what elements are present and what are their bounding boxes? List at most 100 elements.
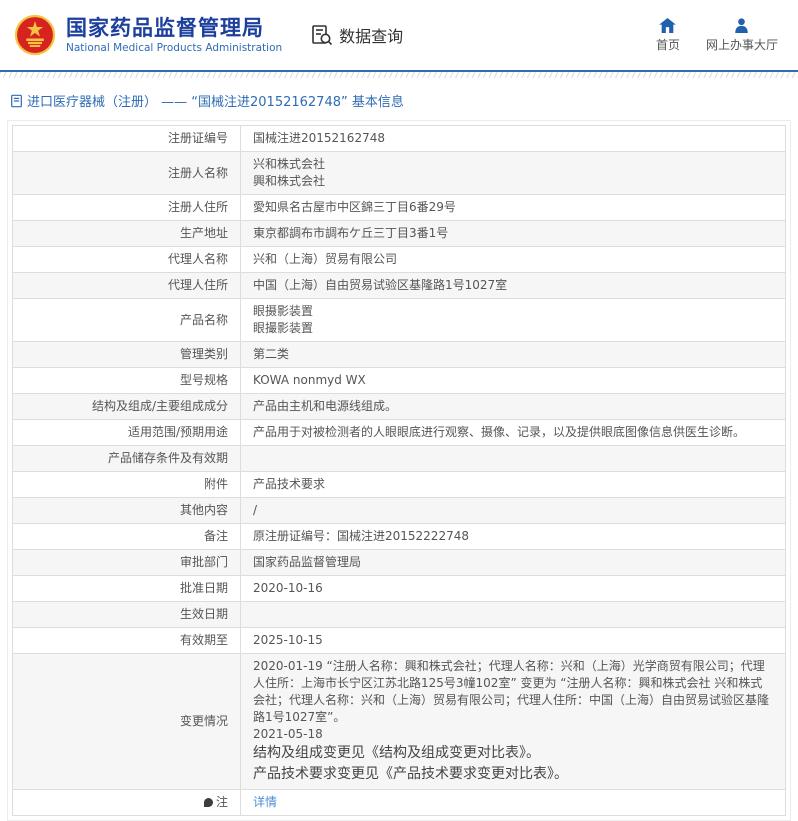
- field-label: 附件: [13, 472, 241, 498]
- table-row: 管理类别第二类: [13, 342, 786, 368]
- field-value: 2020-10-16: [241, 576, 786, 602]
- field-value: 详情: [241, 790, 786, 816]
- field-value: 国械注进20152162748: [241, 126, 786, 152]
- field-label: 产品储存条件及有效期: [13, 446, 241, 472]
- value-line: 兴和株式会社: [253, 156, 773, 173]
- value-line: 第二类: [253, 346, 773, 363]
- home-icon: [659, 18, 676, 33]
- field-label: 注: [13, 790, 241, 816]
- value-line: 眼撮影装置: [253, 320, 773, 337]
- value-line: KOWA nonmyd WX: [253, 372, 773, 389]
- value-line: 国家药品监督管理局: [253, 554, 773, 571]
- table-row: 产品储存条件及有效期: [13, 446, 786, 472]
- value-line: 国械注进20152162748: [253, 130, 773, 147]
- value-line-large: 产品技术要求变更见《产品技术要求变更对比表》。: [253, 764, 773, 785]
- site-subtitle: National Medical Products Administration: [66, 41, 282, 55]
- value-line: 产品技术要求: [253, 476, 773, 493]
- field-label: 审批部门: [13, 550, 241, 576]
- data-query-label: 数据查询: [339, 23, 403, 47]
- field-value: /: [241, 498, 786, 524]
- table-row: 结构及组成/主要组成成分产品由主机和电源线组成。: [13, 394, 786, 420]
- field-label: 变更情况: [13, 654, 241, 790]
- table-row: 备注原注册证编号：国械注进20152222748: [13, 524, 786, 550]
- table-row: 注详情: [13, 790, 786, 816]
- field-value: 原注册证编号：国械注进20152222748: [241, 524, 786, 550]
- value-line: 東京都調布市調布ケ丘三丁目3番1号: [253, 225, 773, 242]
- content-wrapper: 注册证编号国械注进20152162748注册人名称兴和株式会社興和株式会社注册人…: [7, 120, 791, 821]
- value-line: 兴和（上海）贸易有限公司: [253, 251, 773, 268]
- value-line: [253, 606, 773, 623]
- field-value: 国家药品监督管理局: [241, 550, 786, 576]
- field-value: [241, 602, 786, 628]
- data-query-nav[interactable]: 数据查询: [310, 23, 403, 47]
- table-row: 适用范围/预期用途产品用于对被检测者的人眼眼底进行观察、摄像、记录，以及提供眼底…: [13, 420, 786, 446]
- field-label: 结构及组成/主要组成成分: [13, 394, 241, 420]
- field-label: 生效日期: [13, 602, 241, 628]
- table-row: 有效期至 2025-10-15: [13, 628, 786, 654]
- field-value: 兴和株式会社興和株式会社: [241, 152, 786, 195]
- note-icon: [204, 798, 213, 807]
- nmpa-emblem-logo: [14, 14, 56, 56]
- site-header: 国家药品监督管理局 National Medical Products Admi…: [0, 0, 798, 70]
- table-row: 其他内容 /: [13, 498, 786, 524]
- value-line: 眼摄影装置: [253, 303, 773, 320]
- nav-service-hall[interactable]: 网上办事大厅: [706, 18, 778, 53]
- field-label: 批准日期: [13, 576, 241, 602]
- field-label: 管理类别: [13, 342, 241, 368]
- field-label: 备注: [13, 524, 241, 550]
- value-line: 2021-05-18: [253, 726, 773, 743]
- table-row: 注册人名称兴和株式会社興和株式会社: [13, 152, 786, 195]
- field-label: 适用范围/预期用途: [13, 420, 241, 446]
- field-value: 愛知県名古屋市中区錦三丁目6番29号: [241, 195, 786, 221]
- user-icon: [734, 18, 749, 33]
- value-line: /: [253, 502, 773, 519]
- details-link[interactable]: 详情: [253, 795, 277, 809]
- value-line: 原注册证编号：国械注进20152222748: [253, 528, 773, 545]
- field-value: 2020-01-19 “注册人名称：興和株式会社；代理人名称：兴和（上海）光学商…: [241, 654, 786, 790]
- field-label: 生产地址: [13, 221, 241, 247]
- table-row: 注册证编号国械注进20152162748: [13, 126, 786, 152]
- field-value: 中国（上海）自由贸易试验区基隆路1号1027室: [241, 273, 786, 299]
- nav-home-label: 首页: [656, 36, 680, 53]
- field-value: 兴和（上海）贸易有限公司: [241, 247, 786, 273]
- field-value: 产品技术要求: [241, 472, 786, 498]
- field-label: 型号规格: [13, 368, 241, 394]
- value-line: 产品用于对被检测者的人眼眼底进行观察、摄像、记录，以及提供眼底图像信息供医生诊断…: [253, 424, 773, 441]
- nav-home[interactable]: 首页: [656, 18, 680, 53]
- field-label: 有效期至: [13, 628, 241, 654]
- field-value: 产品用于对被检测者的人眼眼底进行观察、摄像、记录，以及提供眼底图像信息供医生诊断…: [241, 420, 786, 446]
- table-row: 附件产品技术要求: [13, 472, 786, 498]
- table-row: 代理人名称兴和（上海）贸易有限公司: [13, 247, 786, 273]
- table-row: 批准日期 2020-10-16: [13, 576, 786, 602]
- value-line-large: 结构及组成变更见《结构及组成变更对比表》。: [253, 743, 773, 764]
- field-value: 第二类: [241, 342, 786, 368]
- breadcrumb: 进口医疗器械（注册） —— “国械注进20152162748” 基本信息: [0, 78, 798, 120]
- value-line: 愛知県名古屋市中区錦三丁目6番29号: [253, 199, 773, 216]
- document-icon: [10, 94, 23, 108]
- value-line: [253, 450, 773, 467]
- field-value: [241, 446, 786, 472]
- registration-info-table: 注册证编号国械注进20152162748注册人名称兴和株式会社興和株式会社注册人…: [12, 125, 786, 816]
- nav-service-hall-label: 网上办事大厅: [706, 36, 778, 53]
- value-line: 2020-01-19 “注册人名称：興和株式会社；代理人名称：兴和（上海）光学商…: [253, 658, 773, 726]
- value-line: 興和株式会社: [253, 173, 773, 190]
- field-value: 東京都調布市調布ケ丘三丁目3番1号: [241, 221, 786, 247]
- site-title-block: 国家药品监督管理局 National Medical Products Admi…: [66, 16, 282, 55]
- field-label: 其他内容: [13, 498, 241, 524]
- field-label: 注册人名称: [13, 152, 241, 195]
- table-row: 变更情况2020-01-19 “注册人名称：興和株式会社；代理人名称：兴和（上海…: [13, 654, 786, 790]
- value-line: 2020-10-16: [253, 580, 773, 597]
- table-row: 审批部门国家药品监督管理局: [13, 550, 786, 576]
- field-value: 眼摄影装置眼撮影装置: [241, 299, 786, 342]
- table-row: 生效日期: [13, 602, 786, 628]
- field-value: 产品由主机和电源线组成。: [241, 394, 786, 420]
- table-row: 注册人住所愛知県名古屋市中区錦三丁目6番29号: [13, 195, 786, 221]
- field-value: 2025-10-15: [241, 628, 786, 654]
- value-line: 2025-10-15: [253, 632, 773, 649]
- value-line: 产品由主机和电源线组成。: [253, 398, 773, 415]
- field-label: 代理人名称: [13, 247, 241, 273]
- field-label: 注册人住所: [13, 195, 241, 221]
- table-row: 生产地址東京都調布市調布ケ丘三丁目3番1号: [13, 221, 786, 247]
- table-row: 代理人住所中国（上海）自由贸易试验区基隆路1号1027室: [13, 273, 786, 299]
- field-label: 代理人住所: [13, 273, 241, 299]
